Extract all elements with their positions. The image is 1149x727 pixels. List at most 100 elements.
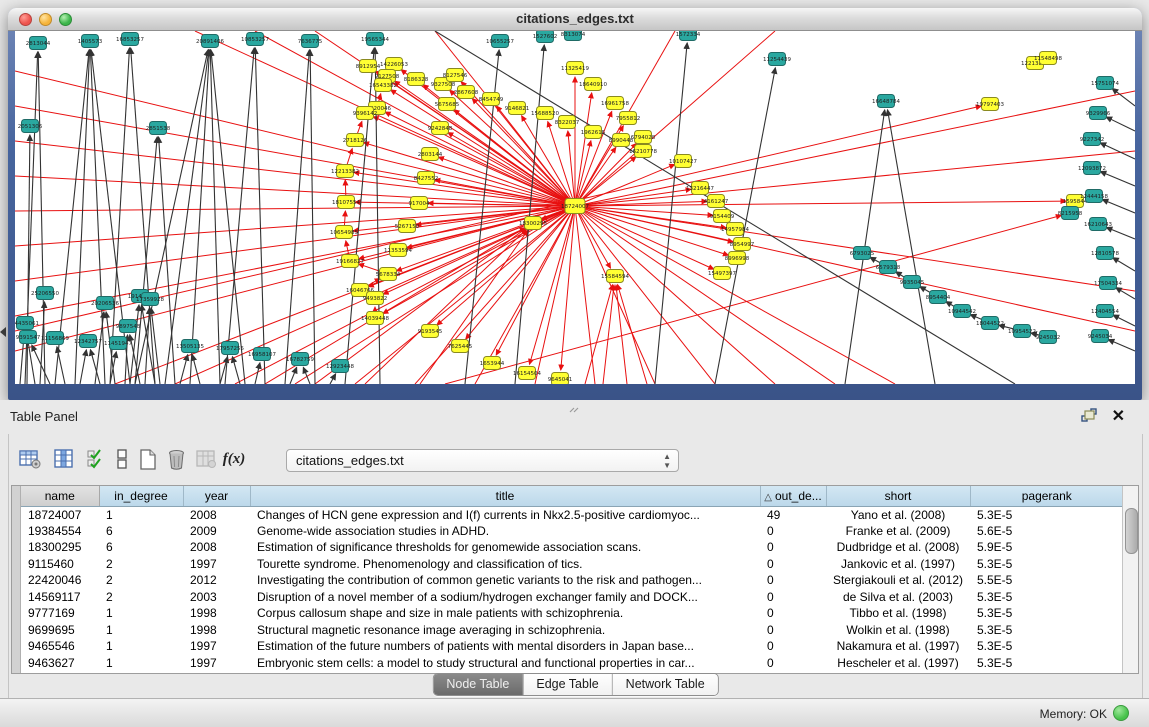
column-header-out-degree[interactable]: △out_de... <box>760 486 826 506</box>
table-row[interactable]: 1830029562008Estimation of significance … <box>21 539 1124 556</box>
graph-node[interactable]: 1653944 <box>480 357 505 370</box>
table-row[interactable]: 1456911722003Disruption of a novel membe… <box>21 589 1124 606</box>
graph-node[interactable]: 5675685 <box>435 98 460 111</box>
table-scrollbar[interactable] <box>1122 486 1138 673</box>
table-row[interactable]: 969969511998Structural magnetic resonanc… <box>21 622 1124 639</box>
window-titlebar[interactable]: citations_edges.txt <box>8 8 1142 31</box>
graph-node[interactable]: 8427552 <box>414 172 439 185</box>
graph-node[interactable]: 12342757 <box>74 335 102 348</box>
column-header-name[interactable]: name <box>21 486 99 506</box>
graph-node[interactable]: 14039448 <box>361 312 389 325</box>
import-table-icon[interactable] <box>193 446 219 472</box>
graph-node[interactable]: 19166827 <box>336 255 364 268</box>
graph-node[interactable]: 2851538 <box>146 122 171 135</box>
graph-node[interactable]: 9396142 <box>353 107 378 120</box>
table-row[interactable]: 1938455462009Genome-wide association stu… <box>21 523 1124 540</box>
graph-node[interactable]: 9645041 <box>548 373 573 385</box>
graph-node[interactable]: 2803144 <box>418 148 443 161</box>
graph-node[interactable]: 25206550 <box>31 287 59 300</box>
graph-node[interactable]: 15584594 <box>601 270 629 283</box>
graph-node[interactable]: 8454749 <box>479 93 504 106</box>
graph-node[interactable]: 10655257 <box>486 35 514 48</box>
graph-node[interactable]: 8996998 <box>725 252 750 265</box>
graph-node[interactable]: 8954404 <box>926 291 951 304</box>
float-panel-icon[interactable] <box>1081 408 1097 428</box>
graph-node[interactable]: 917004 <box>409 197 430 210</box>
graph-node[interactable]: 18107554 <box>332 196 360 209</box>
graph-node[interactable]: 16154504 <box>513 367 541 380</box>
graph-node[interactable]: 8954997 <box>730 238 755 251</box>
panel-collapse-arrow[interactable] <box>0 327 6 337</box>
graph-node[interactable]: 7636775 <box>298 35 323 48</box>
select-rows-icon[interactable] <box>83 446 109 472</box>
graph-node[interactable]: 18640910 <box>579 78 607 91</box>
graph-node[interactable]: 8912954 <box>356 60 381 73</box>
graph-node[interactable]: 20891406 <box>196 35 224 48</box>
new-table-icon[interactable] <box>135 446 161 472</box>
table-scrollbar-thumb[interactable] <box>1125 508 1138 554</box>
graph-node[interactable]: 2813044 <box>26 37 51 50</box>
table-row[interactable]: 1872400712008Changes of HCN gene express… <box>21 506 1124 523</box>
graph-node[interactable]: 9935045 <box>900 276 925 289</box>
table-settings-icon[interactable] <box>17 446 43 472</box>
close-panel-icon[interactable]: ✕ <box>1112 406 1125 426</box>
graph-node[interactable]: 8186328 <box>404 73 429 86</box>
graph-node[interactable]: 1572334 <box>676 31 701 41</box>
graph-node[interactable]: 14435061 <box>15 317 39 330</box>
graph-node[interactable]: 2718126 <box>343 134 368 147</box>
show-columns-icon[interactable] <box>51 446 77 472</box>
graph-node[interactable]: 11156869 <box>41 332 69 345</box>
graph-node[interactable]: 6579318 <box>876 261 901 274</box>
graph-node[interactable]: 8313074 <box>561 31 586 41</box>
table-row[interactable]: 977716911998Corpus callosum shape and si… <box>21 605 1124 622</box>
table-row[interactable]: 946554611997Estimation of the future num… <box>21 638 1124 655</box>
graph-node[interactable]: 9245034 <box>1088 330 1113 343</box>
graph-node[interactable]: 5267150 <box>395 220 420 233</box>
graph-node[interactable]: 16782759 <box>286 353 314 366</box>
graph-node[interactable]: 4161247 <box>704 195 729 208</box>
graph-node[interactable]: 9391547 <box>16 331 41 344</box>
merge-tables-icon[interactable] <box>109 446 135 472</box>
graph-node[interactable]: 9193545 <box>418 325 443 338</box>
graph-node[interactable]: 18724007 <box>561 199 589 214</box>
table-row[interactable]: 2242004622012Investigating the contribut… <box>21 572 1124 589</box>
graph-node[interactable]: 7955812 <box>616 112 641 125</box>
graph-node[interactable]: 11254439 <box>763 53 791 66</box>
graph-node[interactable]: 15688520 <box>531 107 559 120</box>
column-header-title[interactable]: title <box>250 486 760 506</box>
table-select-dropdown[interactable]: citations_edges.txt ▲▼ <box>286 449 679 472</box>
graph-node[interactable]: 6794028 <box>631 131 656 144</box>
tab-node-table[interactable]: Node Table <box>433 674 523 695</box>
graph-node[interactable]: 1405573 <box>78 35 103 48</box>
graph-node[interactable]: 14226053 <box>380 58 408 71</box>
column-header-year[interactable]: year <box>183 486 250 506</box>
graph-node[interactable]: 9245032 <box>1036 331 1061 344</box>
graph-node[interactable]: 16648784 <box>872 95 900 108</box>
function-builder-icon[interactable]: f(x) <box>221 446 247 472</box>
graph-node[interactable]: 10954522 <box>1008 325 1036 338</box>
graph-node[interactable]: 16961758 <box>601 97 629 110</box>
table-row[interactable]: 911546021997Tourette syndrome. Phenomeno… <box>21 556 1124 573</box>
graph-node[interactable]: 15751074 <box>1091 77 1119 90</box>
graph-node[interactable]: 19565344 <box>361 33 389 46</box>
graph-node[interactable]: 11451947 <box>104 337 132 350</box>
network-canvas[interactable]: 1872400718300295891295414226053912750816… <box>15 31 1135 384</box>
graph-node[interactable]: 1527602 <box>533 31 558 43</box>
column-header-in-degree[interactable]: in_degree <box>99 486 183 506</box>
graph-node[interactable]: 9227342 <box>1080 133 1105 146</box>
graph-node[interactable]: 9242848 <box>428 122 453 135</box>
graph-node[interactable]: 5678334 <box>376 268 401 281</box>
graph-node[interactable]: 9493822 <box>363 292 388 305</box>
graph-node[interactable]: 12810578 <box>1091 247 1119 260</box>
graph-node[interactable]: 17504334 <box>1094 277 1122 290</box>
graph-node[interactable]: 10853257 <box>241 33 269 46</box>
delete-table-icon[interactable] <box>163 446 189 472</box>
table-row[interactable]: 946362711997Embryonic stem cells: a mode… <box>21 655 1124 672</box>
tab-network-table[interactable]: Network Table <box>613 674 718 695</box>
tab-edge-table[interactable]: Edge Table <box>523 674 612 695</box>
graph-node[interactable]: 8127546 <box>443 69 468 82</box>
graph-node[interactable]: 10654985 <box>330 226 358 239</box>
graph-node[interactable]: 9146821 <box>505 102 530 115</box>
graph-node[interactable]: 19797403 <box>976 98 1004 111</box>
column-header-short[interactable]: short <box>826 486 970 506</box>
